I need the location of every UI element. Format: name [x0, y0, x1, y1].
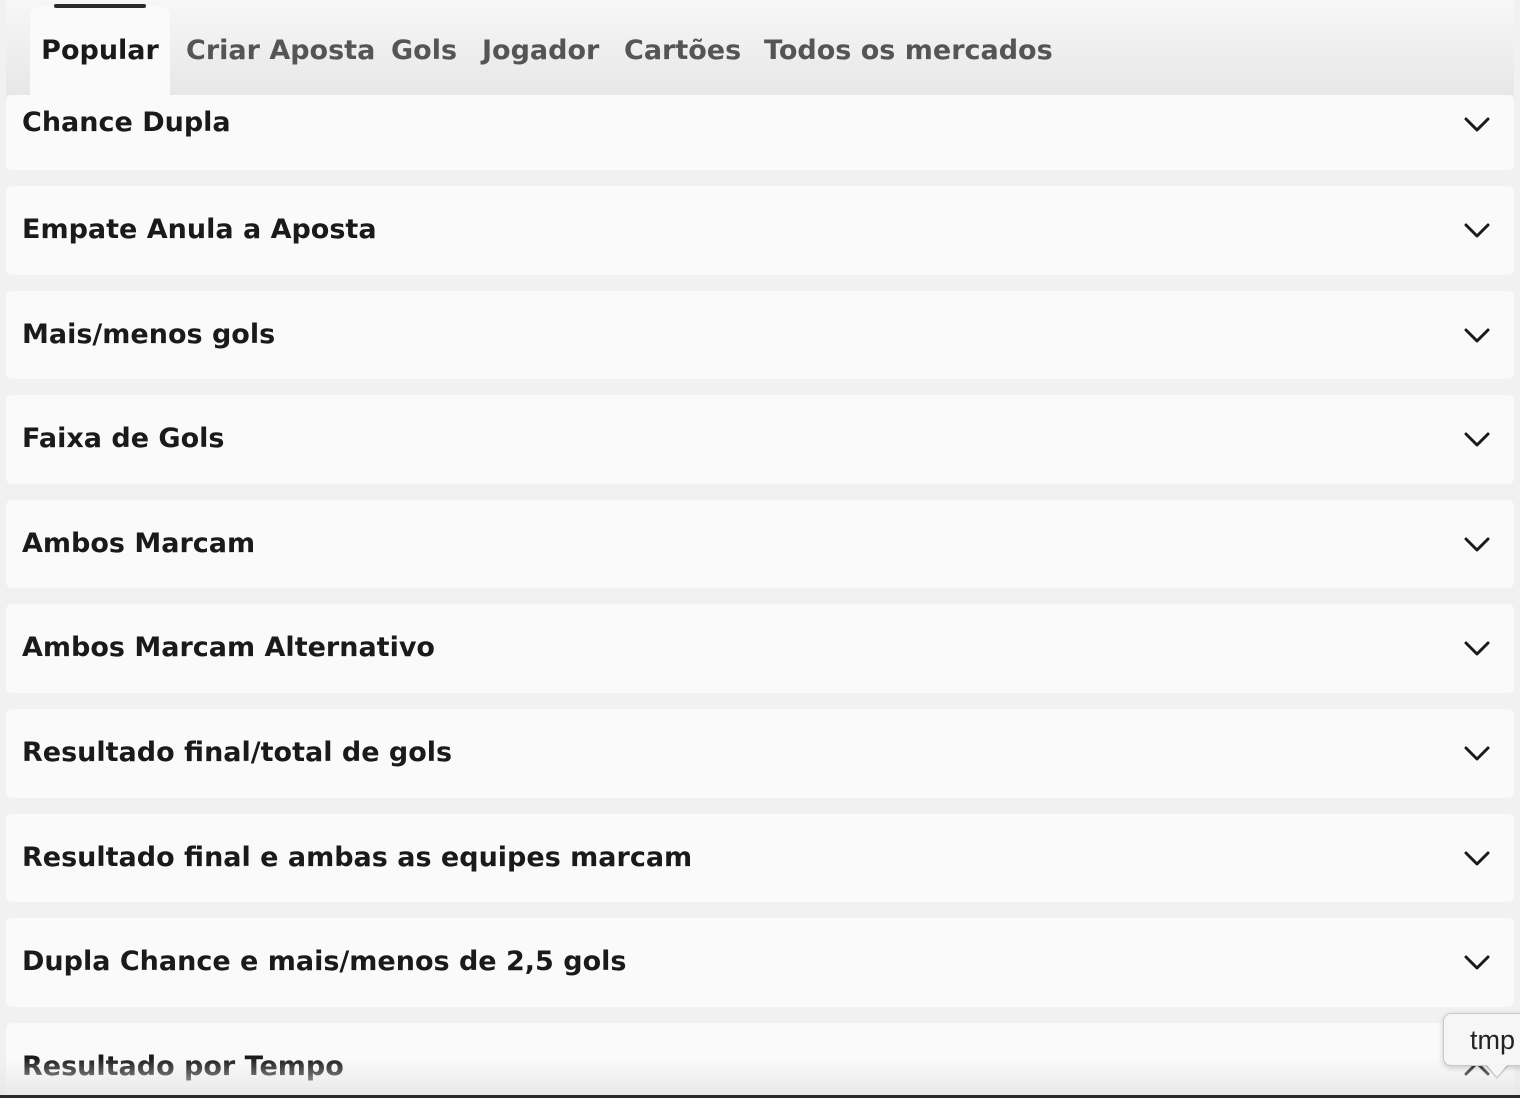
market-dupla-chance-mais-menos-2-5[interactable]: Dupla Chance e mais/menos de 2,5 gols — [6, 918, 1514, 1007]
tab-label: Popular — [41, 35, 159, 66]
tab-jogador[interactable]: Jogador — [482, 0, 599, 95]
market-resultado-final-total-de-gols[interactable]: Resultado final/total de gols — [6, 709, 1514, 798]
market-ambos-marcam[interactable]: Ambos Marcam — [6, 500, 1514, 588]
tab-todos-os-mercados[interactable]: Todos os mercados — [764, 0, 1053, 95]
chevron-down-icon[interactable] — [1464, 641, 1490, 657]
market-resultado-por-tempo[interactable]: Resultado por Tempo — [6, 1023, 1514, 1098]
market-ambos-marcam-alternativo[interactable]: Ambos Marcam Alternativo — [6, 604, 1514, 693]
tooltip-arrow-inner — [1486, 1064, 1508, 1077]
tab-cartoes[interactable]: Cartões — [624, 0, 741, 95]
market-mais-menos-gols[interactable]: Mais/menos gols — [6, 291, 1514, 379]
market-title: Ambos Marcam Alternativo — [22, 632, 435, 663]
active-tab-indicator — [54, 4, 146, 8]
tab-label: Gols — [391, 35, 458, 66]
tab-label: Criar Aposta — [186, 35, 376, 66]
tooltip-text: tmp — [1470, 1025, 1516, 1055]
chevron-down-icon[interactable] — [1464, 223, 1490, 239]
market-title: Dupla Chance e mais/menos de 2,5 gols — [22, 946, 627, 977]
tab-popular[interactable]: Popular — [30, 4, 170, 95]
market-title: Chance Dupla — [22, 107, 231, 138]
market-empate-anula-a-aposta[interactable]: Empate Anula a Aposta — [6, 186, 1514, 275]
chevron-down-icon[interactable] — [1464, 328, 1490, 344]
tab-label: Cartões — [624, 35, 742, 66]
app-root: Popular Criar Aposta Gols Jogador Cartõe… — [0, 0, 1520, 1098]
tab-label: Jogador — [482, 35, 600, 66]
tab-criar-aposta[interactable]: Criar Aposta — [186, 0, 375, 95]
chevron-down-icon[interactable] — [1464, 851, 1490, 867]
chevron-down-icon[interactable] — [1464, 746, 1490, 762]
chevron-down-icon[interactable] — [1464, 537, 1490, 553]
chevron-down-icon[interactable] — [1464, 117, 1490, 133]
market-chance-dupla[interactable]: Chance Dupla — [6, 95, 1514, 170]
tab-label: Todos os mercados — [764, 35, 1053, 66]
market-title: Resultado por Tempo — [22, 1051, 344, 1082]
market-faixa-de-gols[interactable]: Faixa de Gols — [6, 395, 1514, 484]
chevron-down-icon[interactable] — [1464, 432, 1490, 448]
chevron-down-icon[interactable] — [1464, 955, 1490, 971]
market-tabs-bar: Popular Criar Aposta Gols Jogador Cartõe… — [6, 0, 1514, 95]
market-title: Faixa de Gols — [22, 423, 225, 454]
market-title: Empate Anula a Aposta — [22, 214, 377, 245]
market-title: Resultado final/total de gols — [22, 737, 453, 768]
tab-gols[interactable]: Gols — [391, 0, 457, 95]
tooltip: tmp — [1443, 1013, 1520, 1066]
market-title: Ambos Marcam — [22, 528, 256, 559]
market-title: Mais/menos gols — [22, 319, 276, 350]
market-resultado-final-e-ambas-marcam[interactable]: Resultado final e ambas as equipes marca… — [6, 814, 1514, 902]
market-title: Resultado final e ambas as equipes marca… — [22, 842, 693, 873]
